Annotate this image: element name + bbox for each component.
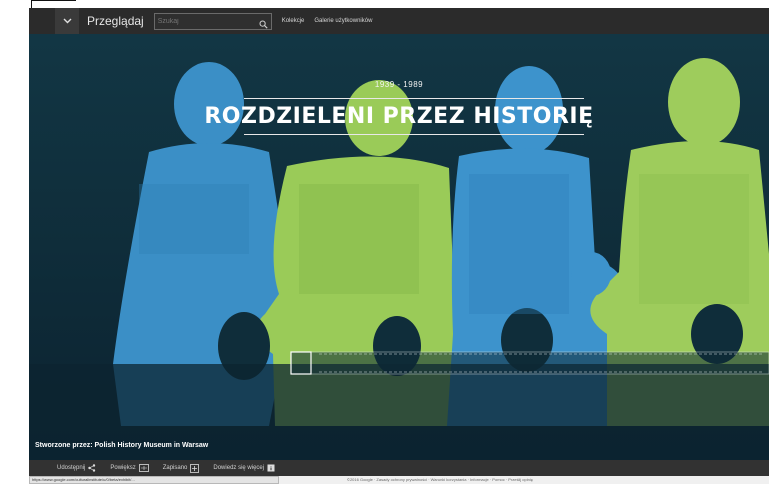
exhibit-years: 1939 - 1989 [374,80,424,89]
title-divider-top [244,98,584,99]
page-footer: https://www.google.com/culturalinstitute… [29,476,769,484]
cursor-artifact-top [31,0,76,1]
exhibit-action-bar: Udostępnij Powiększ Zapisano Dowiedz się… [29,460,769,476]
learn-more-button[interactable]: Dowiedz się więcej [213,464,275,472]
chevron-down-icon [63,18,72,24]
browse-link[interactable]: Przeglądaj [87,14,144,28]
footer-links[interactable]: ©2016 Google · Zasady ochrony prywatnośc… [347,477,533,482]
info-icon [267,464,275,472]
share-icon [88,464,96,472]
collections-link[interactable]: Kolekcje [282,18,305,24]
exhibit-credit: Stworzone przez: Polish History Museum i… [35,442,209,449]
browser-viewport: Przeglądaj Kolekcje Galerie użytkowników [29,8,769,484]
plus-icon [190,463,200,473]
share-label: Udostępnij [57,465,86,471]
exhibit-hero: 1939 - 1989 ROZDZIELENI PRZEZ HISTORIĘ S… [29,34,769,460]
saved-button[interactable]: Zapisano [162,463,200,473]
search-input[interactable] [157,13,250,29]
fullscreen-icon [138,464,149,472]
title-divider-bottom [244,134,584,135]
top-navigation-bar: Przeglądaj Kolekcje Galerie użytkowników [29,8,769,34]
share-button[interactable]: Udostępnij [57,464,96,472]
search-box[interactable] [153,12,272,30]
status-bar-url: https://www.google.com/culturalinstitute… [29,476,279,484]
exhibit-title: ROZDZIELENI PRZEZ HISTORIĘ [204,104,594,129]
saved-label: Zapisano [162,465,188,471]
search-icon[interactable] [259,16,268,34]
fullscreen-button[interactable]: Powiększ [110,464,149,472]
user-galleries-link[interactable]: Galerie użytkowników [314,18,372,24]
learn-more-label: Dowiedz się więcej [213,465,265,471]
fullscreen-label: Powiększ [110,465,136,471]
menu-button[interactable] [55,8,79,34]
